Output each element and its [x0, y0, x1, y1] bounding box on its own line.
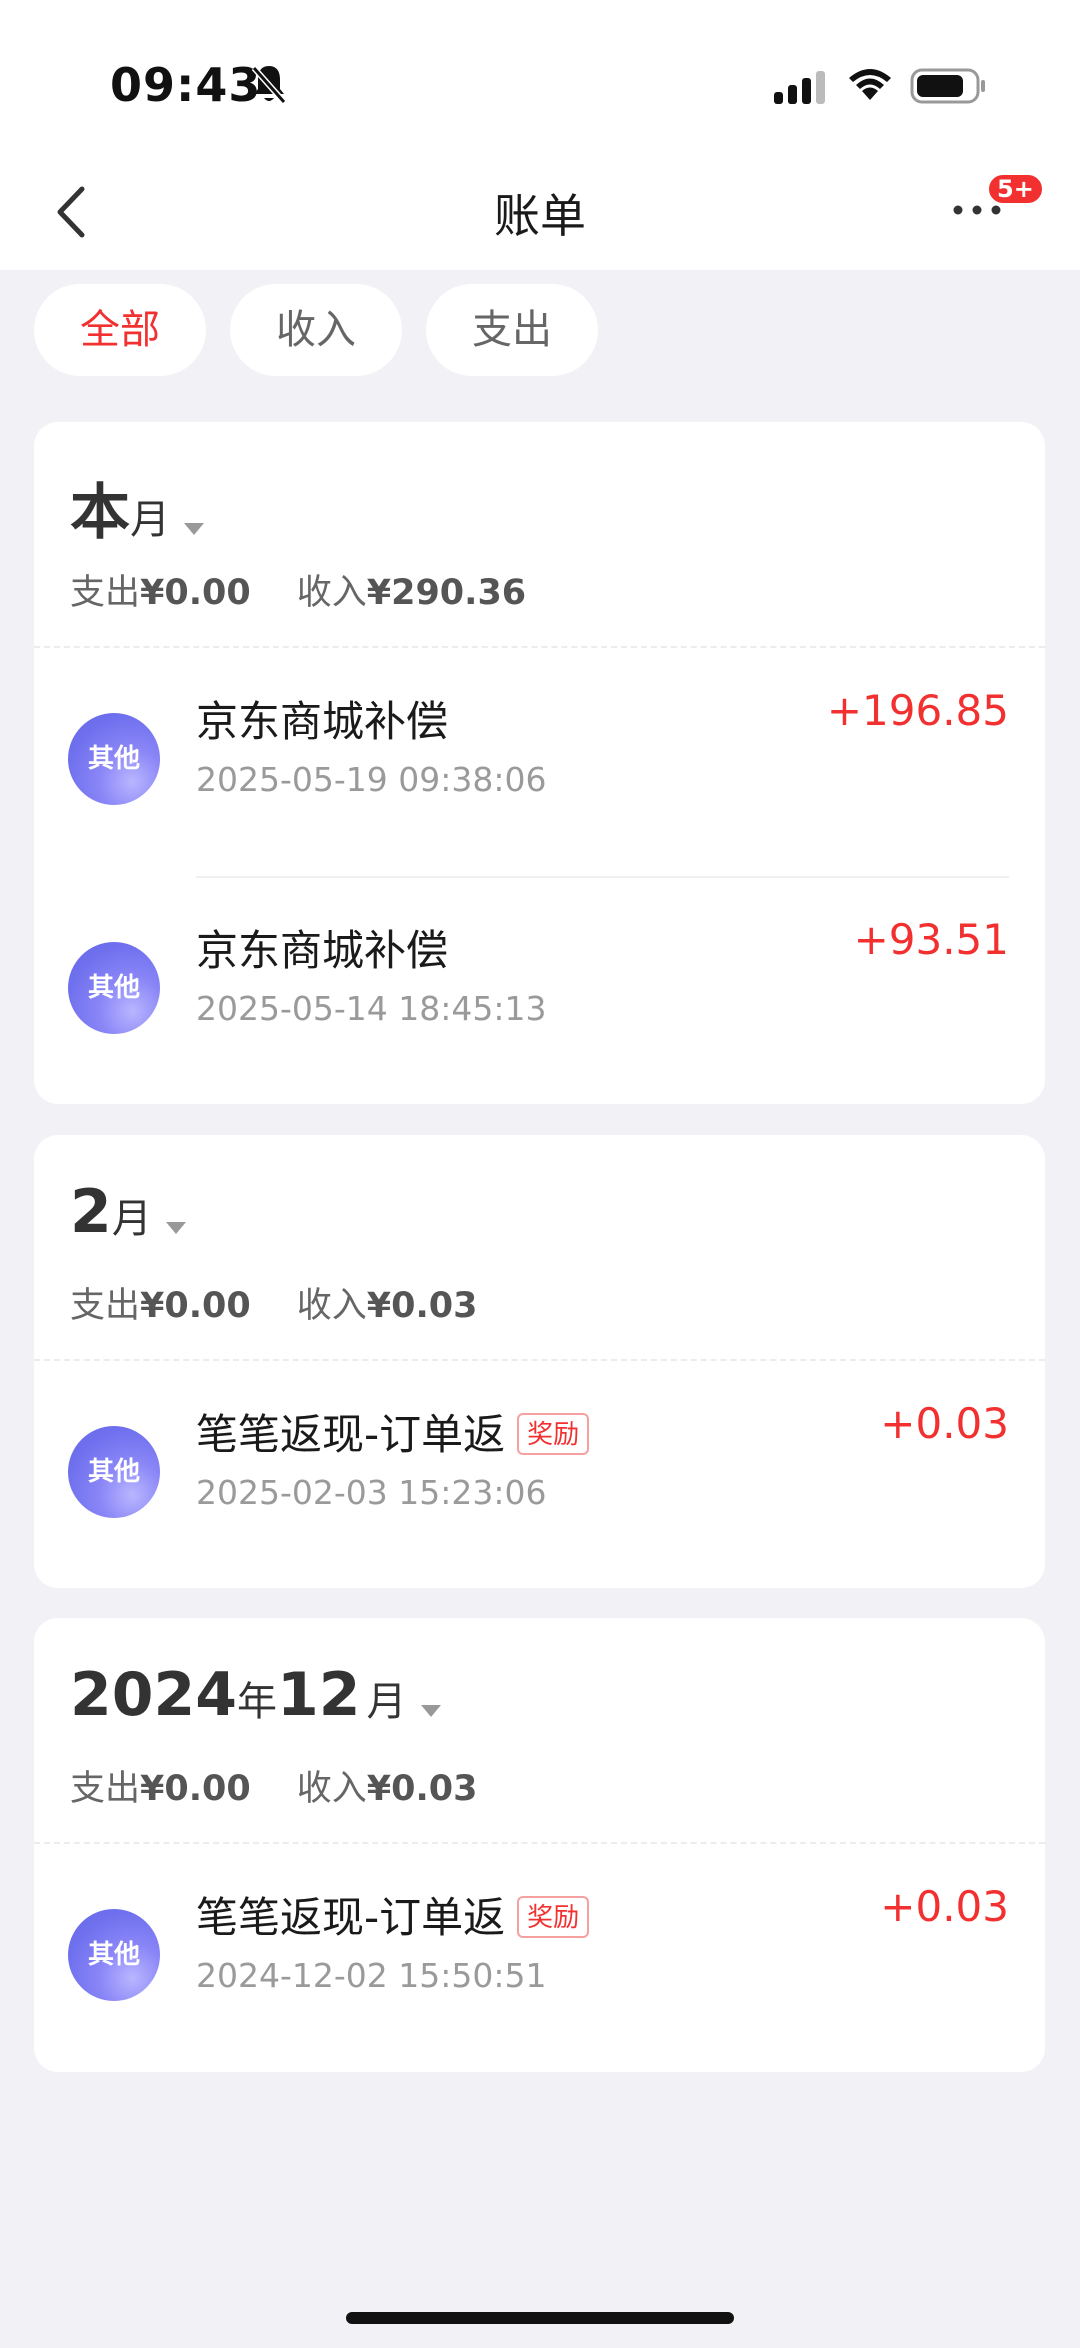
transaction-title: 京东商城补偿	[196, 697, 449, 746]
income-amount: ¥0.03	[366, 1769, 478, 1809]
income-label: 收入	[296, 1769, 367, 1809]
expense-amount: ¥0.00	[140, 573, 251, 613]
transaction-time: 2025-05-14 18:45:13	[196, 989, 547, 1028]
category-icon: 其他	[68, 942, 160, 1034]
transaction-amount: +0.03	[880, 1882, 1009, 1931]
month-summary: 支出¥0.00 收入¥0.03	[70, 1760, 477, 1811]
month-summary: 支出¥0.00 收入¥0.03	[70, 1277, 477, 1328]
transaction-row[interactable]: 其他 京东商城补偿 2025-05-14 18:45:13 +93.51	[34, 877, 1045, 1077]
transaction-title-text: 笔笔返现-订单返	[196, 1893, 506, 1942]
year-number: 2024	[70, 1660, 237, 1730]
bell-muted-icon	[251, 66, 287, 104]
caret-down-icon	[184, 522, 204, 535]
expense-label: 支出	[70, 1286, 141, 1326]
notification-badge: 5+	[986, 172, 1045, 206]
month-selector[interactable]: 2月	[70, 1177, 186, 1247]
month-unit: 月	[366, 1679, 407, 1725]
tab-all[interactable]: 全部	[34, 284, 206, 376]
month-unit: 月	[130, 497, 170, 543]
transaction-title-text: 笔笔返现-订单返	[196, 1410, 506, 1459]
month-selector[interactable]: 本月	[70, 464, 204, 548]
month-section: 2024年12 月 支出¥0.00 收入¥0.03 其他 笔笔返现-订单返 奖励 20…	[34, 1618, 1045, 2072]
caret-down-icon	[165, 1221, 186, 1234]
transaction-row[interactable]: 其他 京东商城补偿 2025-05-19 09:38:06 +196.85	[34, 648, 1045, 848]
expense-label: 支出	[70, 573, 141, 613]
caret-down-icon	[420, 1704, 441, 1717]
month-number: 2	[70, 1177, 112, 1247]
category-icon: 其他	[68, 1909, 160, 2001]
month-selector[interactable]: 2024年12 月	[70, 1660, 441, 1730]
transaction-title: 笔笔返现-订单返 奖励	[196, 1401, 590, 1462]
income-amount: ¥290.36	[366, 573, 527, 613]
page-title: 账单	[494, 189, 586, 243]
tab-income[interactable]: 收入	[230, 284, 402, 376]
signal-icon	[774, 71, 825, 104]
nav-bar: 账单 5+	[0, 150, 1080, 270]
transaction-time: 2025-05-19 09:38:06	[196, 760, 547, 799]
month-section: 2月 支出¥0.00 收入¥0.03 其他 笔笔返现-订单返 奖励 2025-02-…	[34, 1135, 1045, 1588]
transaction-title: 笔笔返现-订单返 奖励	[196, 1884, 590, 1945]
transaction-title: 京东商城补偿	[196, 926, 449, 975]
month-unit: 月	[111, 1196, 152, 1242]
reward-tag: 奖励	[517, 1895, 590, 1938]
transaction-row[interactable]: 其他 笔笔返现-订单返 奖励 2025-02-03 15:23:06 +0.03	[34, 1361, 1045, 1561]
expense-label: 支出	[70, 1769, 141, 1809]
category-icon: 其他	[68, 713, 160, 805]
home-indicator[interactable]	[346, 2312, 734, 2324]
tab-expense[interactable]: 支出	[426, 284, 598, 376]
income-label: 收入	[296, 573, 367, 613]
month-summary: 支出¥0.00 收入¥290.36	[70, 564, 526, 615]
transaction-amount: +196.85	[826, 686, 1009, 735]
transaction-time: 2024-12-02 15:50:51	[196, 1956, 547, 1995]
income-amount: ¥0.03	[366, 1286, 478, 1326]
category-icon: 其他	[68, 1426, 160, 1518]
status-bar: 09:43	[0, 0, 1080, 150]
income-label: 收入	[296, 1286, 367, 1326]
year-unit: 年	[237, 1679, 277, 1725]
wifi-icon	[849, 69, 891, 100]
status-time: 09:43	[110, 58, 262, 112]
month-number: 本	[70, 478, 130, 548]
month-number: 12	[277, 1660, 361, 1730]
transaction-row[interactable]: 其他 笔笔返现-订单返 奖励 2024-12-02 15:50:51 +0.03	[34, 1844, 1045, 2044]
month-section: 本月 支出¥0.00 收入¥290.36 其他 京东商城补偿 2025-05-19…	[34, 422, 1045, 1104]
reward-tag: 奖励	[517, 1412, 590, 1455]
expense-amount: ¥0.00	[140, 1286, 251, 1326]
transaction-amount: +93.51	[853, 915, 1009, 964]
transaction-time: 2025-02-03 15:23:06	[196, 1473, 547, 1512]
battery-icon	[910, 68, 985, 104]
transaction-amount: +0.03	[880, 1399, 1009, 1448]
expense-amount: ¥0.00	[140, 1769, 251, 1809]
